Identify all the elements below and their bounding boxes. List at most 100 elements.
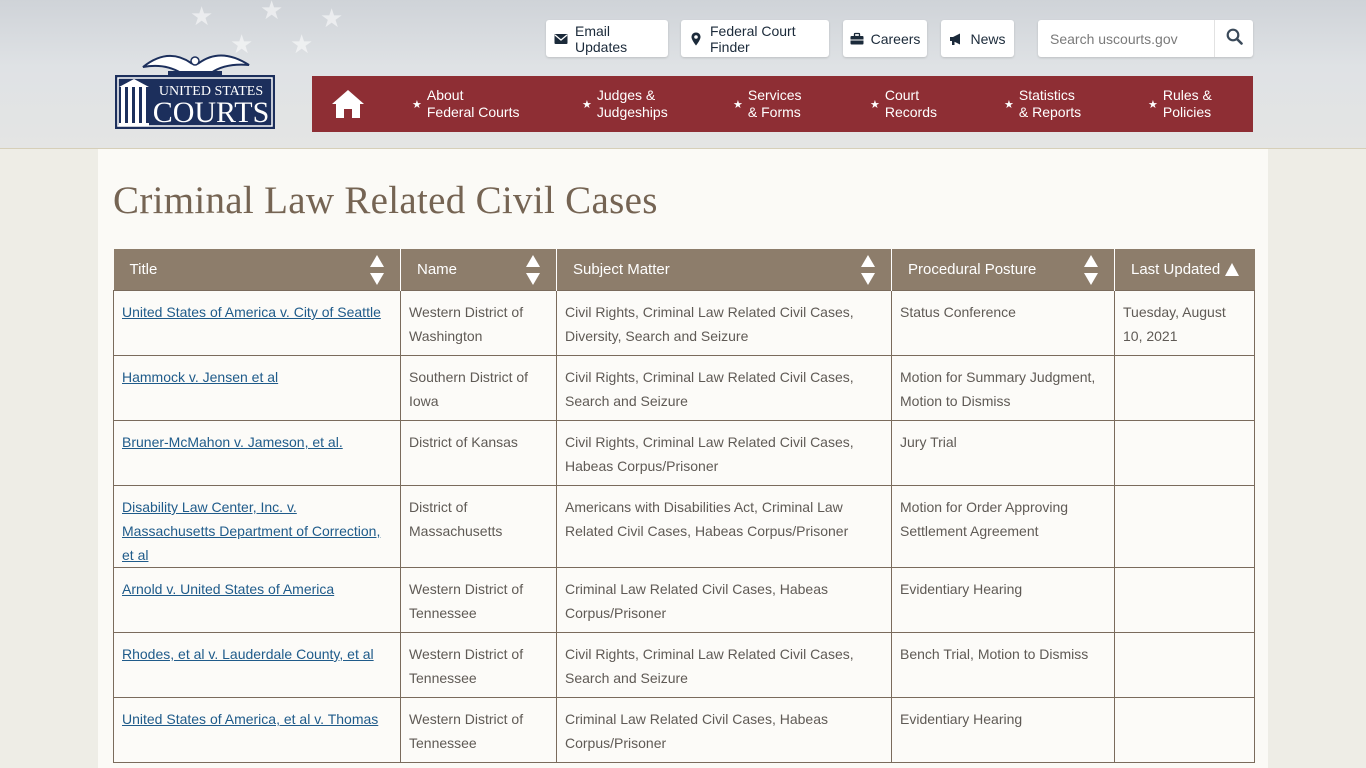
search-box: [1038, 20, 1253, 57]
cell-subject: Civil Rights, Criminal Law Related Civil…: [556, 355, 892, 421]
cases-table: Title Name Subject Matter Procedural Pos…: [113, 249, 1255, 763]
cell-title: Arnold v. United States of America: [113, 567, 401, 633]
nav-label-line2: Judgeships: [596, 104, 668, 120]
case-link[interactable]: Bruner-McMahon v. Jameson, et al.: [122, 434, 343, 450]
star-icon: ★: [870, 97, 880, 111]
megaphone-icon: [949, 32, 963, 46]
column-header-label: Name: [417, 261, 458, 278]
cell-title: Rhodes, et al v. Lauderdale County, et a…: [113, 632, 401, 698]
cell-updated: [1114, 697, 1255, 763]
cell-name: Western District of Tennessee: [400, 632, 557, 698]
column-header-label: Subject Matter: [573, 261, 670, 278]
careers-button[interactable]: Careers: [843, 20, 927, 57]
nav-label-line1: About: [426, 87, 464, 103]
briefcase-icon: [850, 32, 864, 46]
cell-posture: Status Conference: [891, 290, 1115, 356]
column-header-procedural-posture[interactable]: Procedural Posture: [891, 249, 1115, 291]
cell-name: Western District of Tennessee: [400, 567, 557, 633]
search-icon: [1226, 28, 1243, 50]
column-header-subject-matter[interactable]: Subject Matter: [556, 249, 892, 291]
nav-label-line1: Rules &: [1162, 87, 1212, 103]
case-link[interactable]: United States of America v. City of Seat…: [122, 304, 381, 320]
column-header-label: Title: [129, 261, 158, 278]
nav-item-about-federal-courts[interactable]: ★ About Federal Courts: [412, 76, 519, 132]
cell-title: Disability Law Center, Inc. v. Massachus…: [113, 485, 401, 568]
cell-posture: Motion for Summary Judgment, Motion to D…: [891, 355, 1115, 421]
column-header-last-updated[interactable]: Last Updated: [1114, 249, 1255, 291]
main-navigation: ★ About Federal Courts ★ Judges & Judgeshi…: [312, 76, 1253, 132]
cell-subject: Civil Rights, Criminal Law Related Civil…: [556, 290, 892, 356]
column-header-title[interactable]: Title: [113, 249, 401, 291]
us-courts-logo[interactable]: UNITED STATES COURTS: [113, 45, 277, 131]
cell-title: Hammock v. Jensen et al: [113, 355, 401, 421]
star-icon: ★: [582, 97, 592, 111]
table-header-row: Title Name Subject Matter Procedural Pos…: [113, 249, 1255, 291]
column-header-name[interactable]: Name: [400, 249, 557, 291]
cell-subject: Criminal Law Related Civil Cases, Habeas…: [556, 697, 892, 763]
news-button[interactable]: News: [941, 20, 1014, 57]
nav-label-line1: Court: [884, 87, 920, 103]
star-icon: ★: [412, 97, 422, 111]
federal-court-finder-button[interactable]: Federal Court Finder: [681, 20, 829, 57]
cell-subject: Civil Rights, Criminal Law Related Civil…: [556, 632, 892, 698]
search-button[interactable]: [1214, 20, 1253, 57]
nav-label-line2: Policies: [1162, 104, 1212, 120]
cell-updated: [1114, 485, 1255, 568]
table-row: Disability Law Center, Inc. v. Massachus…: [113, 485, 1255, 568]
nav-label-line2: & Forms: [747, 104, 801, 120]
nav-label-line1: Statistics: [1018, 87, 1075, 103]
sort-both-icon: [861, 255, 875, 285]
cell-name: Southern District of Iowa: [400, 355, 557, 421]
map-marker-icon: [689, 32, 703, 46]
sort-ascending-icon: [1224, 263, 1239, 276]
cell-title: Bruner-McMahon v. Jameson, et al.: [113, 420, 401, 486]
nav-home-button[interactable]: [330, 88, 366, 120]
cell-posture: Bench Trial, Motion to Dismiss: [891, 632, 1115, 698]
sort-both-icon: [526, 255, 540, 285]
table-row: Rhodes, et al v. Lauderdale County, et a…: [113, 632, 1255, 698]
nav-item-services-forms[interactable]: ★ Services & Forms: [733, 76, 802, 132]
star-icon: ★: [733, 97, 743, 111]
eagle-seal-icon: UNITED STATES COURTS: [115, 54, 275, 129]
nav-item-statistics-reports[interactable]: ★ Statistics & Reports: [1004, 76, 1081, 132]
search-input[interactable]: [1038, 21, 1214, 56]
cell-posture: Evidentiary Hearing: [891, 697, 1115, 763]
home-icon: [332, 90, 364, 118]
email-updates-label: Email Updates: [575, 22, 628, 55]
cell-posture: Jury Trial: [891, 420, 1115, 486]
cell-name: Western District of Washington: [400, 290, 557, 356]
cell-title: United States of America, et al v. Thoma…: [113, 697, 401, 763]
cell-updated: [1114, 632, 1255, 698]
column-header-label: Last Updated: [1131, 261, 1221, 278]
federal-court-finder-label: Federal Court Finder: [710, 22, 796, 55]
table-row: Arnold v. United States of America Weste…: [113, 567, 1255, 633]
nav-label-line2: Records: [884, 104, 938, 120]
nav-item-court-records[interactable]: ★ Court Records: [870, 76, 937, 132]
column-header-label: Procedural Posture: [908, 261, 1037, 278]
case-link[interactable]: United States of America, et al v. Thoma…: [122, 711, 378, 727]
nav-label-line1: Judges &: [596, 87, 656, 103]
cell-name: Western District of Tennessee: [400, 697, 557, 763]
page-title: Criminal Law Related Civil Cases: [113, 179, 658, 222]
email-updates-button[interactable]: Email Updates: [546, 20, 668, 57]
news-label: News: [970, 30, 1006, 47]
table-row: Bruner-McMahon v. Jameson, et al. Distri…: [113, 420, 1255, 486]
case-link[interactable]: Rhodes, et al v. Lauderdale County, et a…: [122, 646, 374, 662]
envelope-icon: [554, 32, 568, 46]
cell-subject: Americans with Disabilities Act, Crimina…: [556, 485, 892, 568]
nav-item-rules-policies[interactable]: ★ Rules & Policies: [1148, 76, 1212, 132]
case-link[interactable]: Disability Law Center, Inc. v. Massachus…: [122, 499, 380, 563]
case-link[interactable]: Hammock v. Jensen et al: [122, 369, 278, 385]
cell-name: District of Kansas: [400, 420, 557, 486]
nav-label-line2: Federal Courts: [426, 104, 520, 120]
logo-line2: COURTS: [153, 96, 270, 129]
sort-both-icon: [1084, 255, 1098, 285]
cell-subject: Criminal Law Related Civil Cases, Habeas…: [556, 567, 892, 633]
cell-title: United States of America v. City of Seat…: [113, 290, 401, 356]
star-icon: ★: [1004, 97, 1014, 111]
nav-item-judges-judgeships[interactable]: ★ Judges & Judgeships: [582, 76, 668, 132]
table-row: United States of America, et al v. Thoma…: [113, 697, 1255, 763]
table-row: United States of America v. City of Seat…: [113, 290, 1255, 356]
cell-posture: Evidentiary Hearing: [891, 567, 1115, 633]
case-link[interactable]: Arnold v. United States of America: [122, 581, 334, 597]
